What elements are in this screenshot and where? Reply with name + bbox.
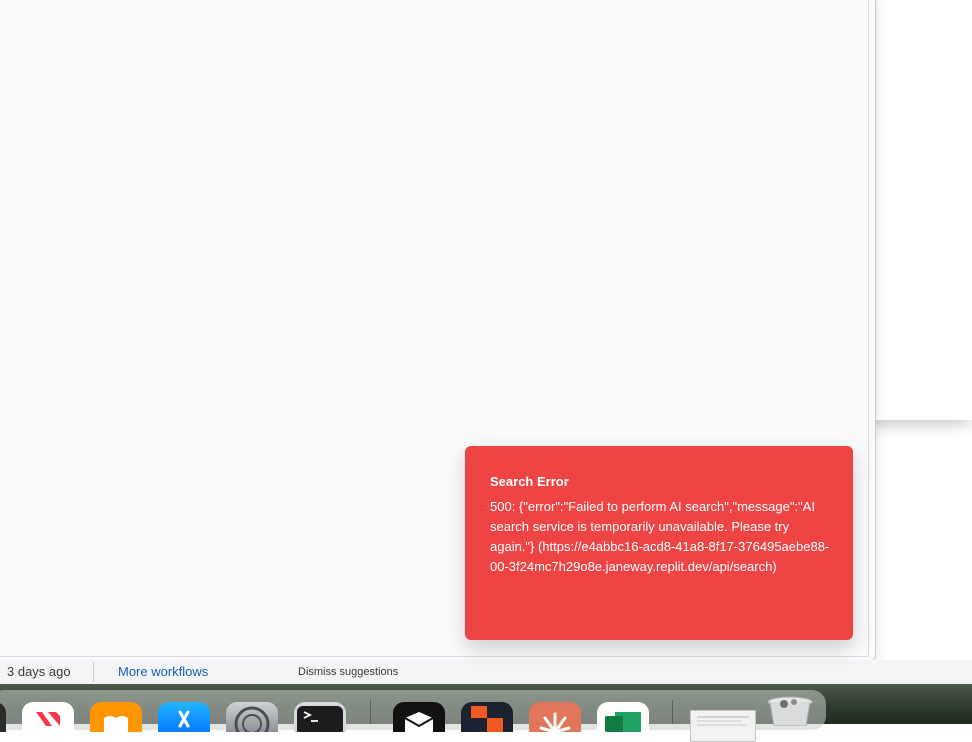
- toast-title: Search Error: [490, 474, 569, 489]
- terminal-icon[interactable]: [294, 702, 346, 732]
- dock-divider: [370, 700, 371, 724]
- last-updated-label: 3 days ago: [7, 664, 71, 679]
- news-app-icon[interactable]: [22, 702, 74, 732]
- trash-icon[interactable]: [764, 696, 816, 726]
- app-store-icon[interactable]: [158, 702, 210, 732]
- excel-app-icon[interactable]: [597, 702, 649, 732]
- system-settings-icon[interactable]: [226, 702, 278, 732]
- office-app-icon[interactable]: [461, 702, 513, 732]
- error-toast[interactable]: Search Error 500: {"error":"Failed to pe…: [465, 446, 853, 640]
- document-preview-icon[interactable]: [690, 710, 756, 742]
- mail-app-icon[interactable]: [393, 702, 445, 732]
- dismiss-suggestions-button[interactable]: Dismiss suggestions: [298, 666, 398, 678]
- toast-message: 500: {"error":"Failed to perform AI sear…: [490, 499, 830, 574]
- bottom-bar: 3 days ago More workflows Dismiss sugges…: [0, 660, 972, 684]
- more-workflows-link[interactable]: More workflows: [118, 664, 208, 679]
- claude-app-icon[interactable]: [529, 702, 581, 732]
- divider: [93, 662, 94, 682]
- books-app-icon[interactable]: [90, 702, 142, 732]
- background-window: [860, 0, 972, 420]
- dock-divider: [672, 700, 673, 724]
